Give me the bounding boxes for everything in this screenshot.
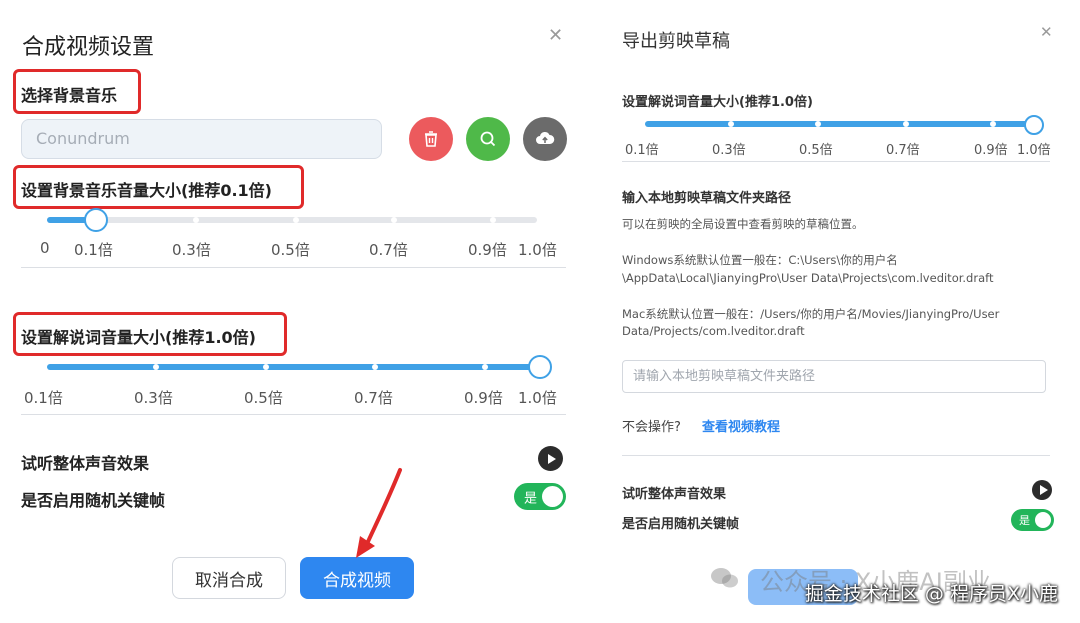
slider-stop xyxy=(193,217,199,223)
slider-stop xyxy=(293,217,299,223)
slider-tick-label: 0.7倍 xyxy=(354,389,393,407)
music-input[interactable]: Conundrum xyxy=(21,119,382,159)
search-music-button[interactable] xyxy=(466,117,510,161)
slider-stop xyxy=(263,364,269,370)
slider-tick-label: 0.5倍 xyxy=(799,143,833,158)
preview-sound-label: 试听整体声音效果 xyxy=(622,487,727,502)
slider-stop xyxy=(903,121,909,127)
toggle-text: 是 xyxy=(524,491,538,506)
close-icon[interactable]: ✕ xyxy=(548,27,563,45)
slider-stop xyxy=(153,364,159,370)
divider xyxy=(622,161,1050,162)
slider-stop xyxy=(490,217,496,223)
slider-stop xyxy=(391,217,397,223)
slider-tick-label: 1.0倍 xyxy=(1017,143,1051,158)
export-draft-dialog: 导出剪映草稿 ✕ 设置解说词音量大小(推荐1.0倍) 0.1倍 0.3倍 0.5倍 0… xyxy=(598,0,1080,623)
red-arrow-annotation xyxy=(356,468,402,558)
narration-volume-slider[interactable] xyxy=(47,364,539,370)
slider-tick-label: 0.1倍 xyxy=(625,143,659,158)
slider-stop xyxy=(815,121,821,127)
slider-tick-label: 0 xyxy=(40,239,50,257)
divider xyxy=(622,455,1050,456)
dialog-title: 导出剪映草稿 xyxy=(622,31,730,52)
hint-text: 可以在剪映的全局设置中查看剪映的草稿位置。 xyxy=(622,217,864,231)
slider-tick-label: 0.7倍 xyxy=(369,241,408,259)
watermark-main: 掘金技术社区 @ 程序员X小鹿 xyxy=(804,583,1058,605)
slider-tick-label: 0.7倍 xyxy=(886,143,920,158)
play-icon[interactable] xyxy=(1032,480,1052,500)
toggle-text: 是 xyxy=(1019,514,1030,527)
slider-stop xyxy=(728,121,734,127)
divider xyxy=(21,414,566,415)
slider-tick-label: 0.5倍 xyxy=(271,241,310,259)
slider-stop xyxy=(990,121,996,127)
random-keyframe-toggle[interactable]: 是 xyxy=(1011,509,1054,531)
random-keyframe-label: 是否启用随机关键帧 xyxy=(21,491,166,510)
draft-path-label: 输入本地剪映草稿文件夹路径 xyxy=(622,191,792,206)
play-icon[interactable] xyxy=(538,446,563,471)
narration-volume-label: 设置解说词音量大小(推荐1.0倍) xyxy=(21,328,256,347)
trash-icon xyxy=(425,131,437,147)
windows-path-line2: \AppData\Local\JianyingPro\User Data\Pro… xyxy=(622,271,994,285)
dialog-title: 合成视频设置 xyxy=(22,35,155,60)
slider-tick-label: 0.9倍 xyxy=(974,143,1008,158)
mac-path-line2: Data/Projects/com.lveditor.draft xyxy=(622,324,805,338)
wechat-icon xyxy=(711,568,738,588)
preview-sound-label: 试听整体声音效果 xyxy=(21,454,150,473)
slider-tick-label: 0.1倍 xyxy=(24,389,63,407)
narration-volume-slider[interactable] xyxy=(645,121,1035,127)
bg-volume-label: 设置背景音乐音量大小(推荐0.1倍) xyxy=(21,181,272,200)
random-keyframe-label: 是否启用随机关键帧 xyxy=(622,517,740,532)
panel-gap xyxy=(590,0,598,623)
delete-music-button[interactable] xyxy=(409,117,453,161)
slider-tick-label: 1.0倍 xyxy=(518,389,557,407)
video-tutorial-link[interactable]: 查看视频教程 xyxy=(702,416,780,435)
slider-tick-label: 0.3倍 xyxy=(172,241,211,259)
windows-path-line1: Windows系统默认位置一般在：C:\Users\你的用户名 xyxy=(622,253,898,267)
bg-music-label: 选择背景音乐 xyxy=(21,86,118,105)
slider-thumb[interactable] xyxy=(84,208,108,232)
slider-tick-label: 1.0倍 xyxy=(518,241,557,259)
compose-video-dialog: 合成视频设置 ✕ 选择背景音乐 Conundrum 设置背景音乐音量大小(推荐0… xyxy=(0,0,590,623)
cancel-compose-button[interactable]: 取消合成 xyxy=(172,557,286,599)
upload-music-button[interactable] xyxy=(523,117,567,161)
slider-tick-label: 0.3倍 xyxy=(712,143,746,158)
slider-tick-label: 0.3倍 xyxy=(134,389,173,407)
random-keyframe-toggle[interactable]: 是 xyxy=(514,483,566,510)
slider-thumb[interactable] xyxy=(528,355,552,379)
toggle-knob xyxy=(542,486,563,507)
bg-volume-slider[interactable] xyxy=(47,217,537,223)
search-icon xyxy=(480,131,496,147)
slider-tick-label: 0.5倍 xyxy=(244,389,283,407)
slider-tick-label: 0.1倍 xyxy=(74,241,113,259)
divider xyxy=(21,267,566,268)
slider-tick-label: 0.9倍 xyxy=(468,241,507,259)
close-icon[interactable]: ✕ xyxy=(1040,25,1053,40)
cloud-upload-icon xyxy=(536,131,555,144)
slider-stop xyxy=(482,364,488,370)
slider-stop xyxy=(372,364,378,370)
help-question: 不会操作? xyxy=(622,420,681,435)
narration-volume-label: 设置解说词音量大小(推荐1.0倍) xyxy=(622,95,813,110)
toggle-knob xyxy=(1035,512,1051,528)
slider-tick-label: 0.9倍 xyxy=(464,389,503,407)
slider-thumb[interactable] xyxy=(1024,115,1044,135)
draft-path-input[interactable]: 请输入本地剪映草稿文件夹路径 xyxy=(622,360,1046,393)
